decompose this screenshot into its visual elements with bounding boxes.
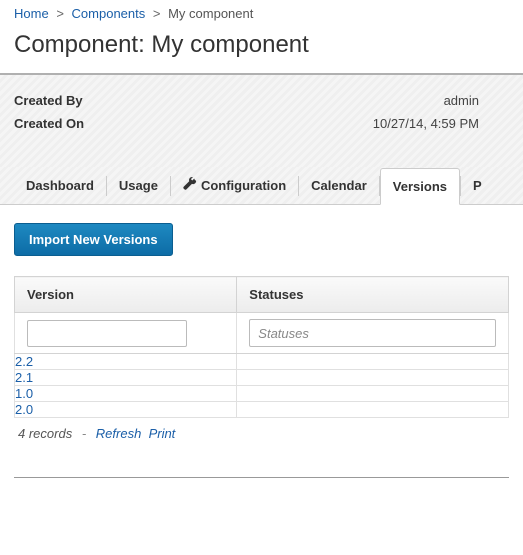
tab-calendar[interactable]: Calendar <box>299 168 379 203</box>
tab-configuration-label: Configuration <box>201 178 286 193</box>
created-by-label: Created By <box>14 93 83 108</box>
divider <box>14 477 509 478</box>
tabs: Dashboard Usage Configuration Calendar V… <box>0 167 523 205</box>
created-on-value: 10/27/14, 4:59 PM <box>373 116 509 131</box>
table-footer: 4 records - Refresh Print <box>14 418 509 459</box>
import-new-versions-button[interactable]: Import New Versions <box>14 223 173 256</box>
version-link[interactable]: 1.0 <box>15 386 33 401</box>
tab-configuration[interactable]: Configuration <box>171 167 298 204</box>
wrench-icon <box>183 177 197 194</box>
version-link[interactable]: 2.0 <box>15 402 33 417</box>
tab-p[interactable]: P <box>461 168 494 203</box>
filter-row: Statuses <box>15 313 509 354</box>
col-header-version[interactable]: Version <box>15 277 237 313</box>
record-count: 4 records <box>18 426 72 441</box>
tab-dashboard[interactable]: Dashboard <box>14 168 106 203</box>
status-cell <box>237 386 509 402</box>
breadcrumb-sep: > <box>56 6 64 21</box>
footer-sep: - <box>82 426 86 441</box>
version-link[interactable]: 2.1 <box>15 370 33 385</box>
tab-usage[interactable]: Usage <box>107 168 170 203</box>
table-row: 1.0 <box>15 386 509 402</box>
versions-table: Version Statuses Statuses 2.2 2.1 <box>14 276 509 418</box>
breadcrumb-sep: > <box>153 6 161 21</box>
col-header-statuses[interactable]: Statuses <box>237 277 509 313</box>
table-row: 2.2 <box>15 354 509 370</box>
table-row: 2.0 <box>15 402 509 418</box>
status-cell <box>237 354 509 370</box>
breadcrumb-home[interactable]: Home <box>14 6 49 21</box>
print-link[interactable]: Print <box>149 426 176 441</box>
status-cell <box>237 370 509 386</box>
status-cell <box>237 402 509 418</box>
breadcrumb-components[interactable]: Components <box>72 6 146 21</box>
refresh-link[interactable]: Refresh <box>96 426 142 441</box>
content: Import New Versions Version Statuses Sta… <box>0 205 523 477</box>
breadcrumb: Home > Components > My component <box>0 0 523 25</box>
version-link[interactable]: 2.2 <box>15 354 33 369</box>
statuses-filter-input[interactable]: Statuses <box>249 319 496 347</box>
table-row: 2.1 <box>15 370 509 386</box>
meta-row-created-on: Created On 10/27/14, 4:59 PM <box>14 116 509 131</box>
version-filter-input[interactable] <box>27 320 187 347</box>
meta-block: Created By admin Created On 10/27/14, 4:… <box>0 75 523 167</box>
page-title: Component: My component <box>0 25 523 73</box>
created-by-value: admin <box>444 93 509 108</box>
tab-versions[interactable]: Versions <box>380 168 460 205</box>
meta-row-created-by: Created By admin <box>14 93 509 108</box>
created-on-label: Created On <box>14 116 84 131</box>
breadcrumb-current: My component <box>168 6 253 21</box>
